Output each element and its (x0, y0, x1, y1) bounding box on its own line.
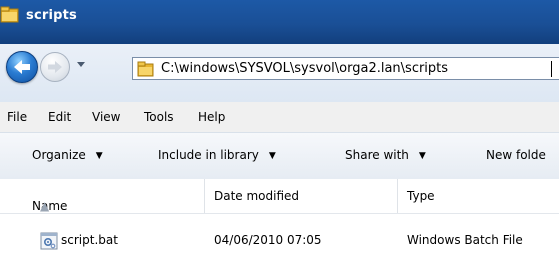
include-in-library-label: Include in library (158, 148, 259, 162)
forward-button[interactable] (40, 52, 70, 82)
column-name-label: Name (32, 199, 68, 213)
file-date-modified: 04/06/2010 07:05 (214, 233, 322, 247)
column-header-name[interactable]: Name ▲ (0, 179, 205, 213)
chevron-down-icon: ▼ (418, 151, 426, 161)
menu-view[interactable]: View (92, 110, 120, 124)
column-header-date-modified[interactable]: Date modified (205, 179, 398, 213)
menu-help[interactable]: Help (198, 110, 225, 124)
arrow-left-icon (14, 60, 30, 74)
address-bar[interactable]: C:\windows\SYSVOL\sysvol\orga2.lan\scrip… (132, 57, 559, 80)
include-in-library-button[interactable]: Include in library ▼ (158, 148, 276, 162)
command-bar: Organize ▼ Include in library ▼ Share with… (0, 132, 559, 180)
navigation-bar: C:\windows\SYSVOL\sysvol\orga2.lan\scrip… (0, 44, 559, 103)
column-header-type[interactable]: Type (398, 179, 559, 213)
column-type-label: Type (407, 189, 435, 203)
new-folder-button[interactable]: New folde (486, 148, 546, 162)
column-header-row: Name ▲ Date modified Type (0, 179, 559, 214)
file-name[interactable]: script.bat (61, 233, 118, 247)
organize-button[interactable]: Organize ▼ (32, 148, 103, 162)
batch-file-icon (40, 232, 58, 250)
menu-tools[interactable]: Tools (144, 110, 174, 124)
file-type: Windows Batch File (407, 233, 523, 247)
chevron-down-icon: ▼ (95, 151, 103, 161)
file-row[interactable]: script.bat 04/06/2010 07:05 Windows Batc… (0, 214, 559, 250)
title-bar: scripts (0, 0, 559, 44)
folder-icon (137, 61, 154, 77)
folder-icon (0, 6, 19, 23)
window-title: scripts (26, 8, 77, 23)
sort-ascending-icon: ▲ (40, 199, 50, 213)
share-with-button[interactable]: Share with ▼ (345, 148, 426, 162)
menu-bar: File Edit View Tools Help (0, 102, 559, 132)
column-date-label: Date modified (214, 189, 300, 203)
menu-edit[interactable]: Edit (48, 110, 71, 124)
new-folder-label: New folde (486, 148, 546, 162)
address-path[interactable]: C:\windows\SYSVOL\sysvol\orga2.lan\scrip… (161, 61, 448, 76)
back-button[interactable] (6, 51, 38, 83)
text-cursor (551, 61, 552, 77)
arrow-right-icon (48, 61, 62, 73)
share-with-label: Share with (345, 148, 409, 162)
recent-pages-dropdown-icon[interactable] (74, 56, 88, 72)
chevron-down-icon: ▼ (268, 151, 276, 161)
menu-file[interactable]: File (7, 110, 27, 124)
organize-label: Organize (32, 148, 86, 162)
